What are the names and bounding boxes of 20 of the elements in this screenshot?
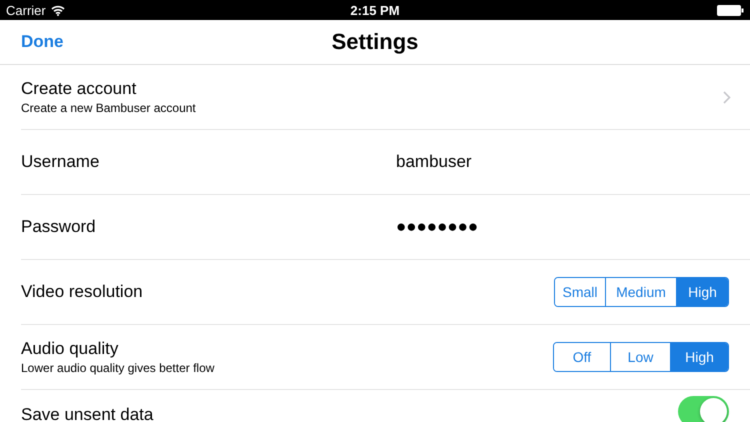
nav-title: Settings — [332, 29, 418, 54]
carrier-label: Carrier — [6, 2, 46, 18]
segment-option[interactable]: High — [676, 278, 728, 306]
setting-label: Video resolution — [21, 282, 144, 302]
setting-label: Save unsent data — [21, 405, 154, 422]
wifi-icon — [50, 4, 65, 16]
setting-label: Password — [21, 217, 97, 237]
setting-value: ●●●●●●●● — [396, 217, 480, 237]
setting-label: Create account — [21, 79, 138, 99]
setting-description: Lower audio quality gives better flow — [21, 361, 216, 375]
setting-label: Audio quality — [21, 339, 120, 359]
setting-label: Username — [21, 152, 100, 172]
status-time: 2:15 PM — [350, 2, 400, 18]
setting-value: bambuser — [396, 152, 473, 172]
segment-option[interactable]: High — [670, 343, 728, 371]
chevron-icon — [723, 90, 731, 104]
toggle-switch[interactable] — [678, 396, 729, 422]
battery-icon — [717, 4, 744, 16]
done-button[interactable]: Done — [21, 32, 64, 52]
setting-description: Create a new Bambuser account — [21, 101, 197, 115]
